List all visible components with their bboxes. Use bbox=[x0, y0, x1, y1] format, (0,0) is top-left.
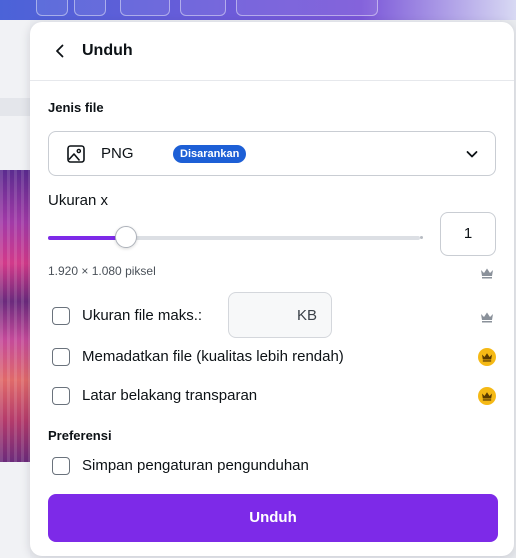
save-settings-checkbox[interactable] bbox=[52, 457, 70, 475]
editor-topbar bbox=[0, 0, 516, 20]
compress-file-checkbox[interactable] bbox=[52, 348, 70, 366]
panel-title: Unduh bbox=[82, 42, 133, 59]
crown-icon bbox=[482, 392, 492, 401]
compress-file-label: Memadatkan file (kualitas lebih rendah) bbox=[82, 348, 344, 365]
size-value-input[interactable]: 1 bbox=[440, 212, 496, 256]
download-button[interactable]: Unduh bbox=[48, 494, 498, 542]
topbar-button[interactable] bbox=[36, 0, 68, 16]
max-file-size-input[interactable]: KB bbox=[228, 292, 332, 338]
file-type-label: Jenis file bbox=[48, 100, 104, 115]
save-settings-label: Simpan pengaturan pengunduhan bbox=[82, 457, 309, 474]
crown-icon bbox=[481, 312, 493, 323]
download-panel: Unduh Jenis file PNG Disarankan Ukuran x… bbox=[30, 22, 514, 556]
file-type-select[interactable]: PNG Disarankan bbox=[48, 131, 496, 176]
canvas-strip bbox=[0, 98, 30, 116]
slider-end-dot bbox=[420, 236, 423, 239]
crown-icon bbox=[482, 353, 492, 362]
canvas-artwork bbox=[0, 170, 30, 462]
chevron-down-icon bbox=[466, 151, 478, 158]
size-label: Ukuran x bbox=[48, 192, 109, 209]
dimensions-text: 1.920 × 1.080 piksel bbox=[48, 264, 156, 278]
topbar-button[interactable] bbox=[120, 0, 170, 16]
recommended-badge: Disarankan bbox=[173, 145, 247, 163]
crown-icon bbox=[481, 268, 493, 279]
panel-header: Unduh bbox=[30, 22, 514, 81]
topbar-button[interactable] bbox=[180, 0, 226, 16]
image-icon bbox=[67, 145, 85, 163]
transparent-background-checkbox[interactable] bbox=[52, 387, 70, 405]
transparent-background-label: Latar belakang transparan bbox=[82, 387, 258, 404]
size-slider[interactable] bbox=[48, 226, 423, 250]
max-file-size-label: Ukuran file maks.: bbox=[82, 307, 203, 324]
preferences-heading: Preferensi bbox=[48, 428, 112, 443]
max-file-size-checkbox[interactable] bbox=[52, 307, 70, 325]
file-type-value: PNG bbox=[101, 145, 134, 162]
editor-canvas-left bbox=[0, 20, 30, 558]
premium-crown-badge bbox=[478, 348, 496, 366]
topbar-button[interactable] bbox=[74, 0, 106, 16]
kb-unit: KB bbox=[296, 307, 317, 324]
slider-thumb[interactable] bbox=[115, 226, 137, 248]
chevron-left-icon[interactable] bbox=[50, 41, 70, 61]
premium-crown-badge bbox=[478, 387, 496, 405]
topbar-button[interactable] bbox=[236, 0, 378, 16]
